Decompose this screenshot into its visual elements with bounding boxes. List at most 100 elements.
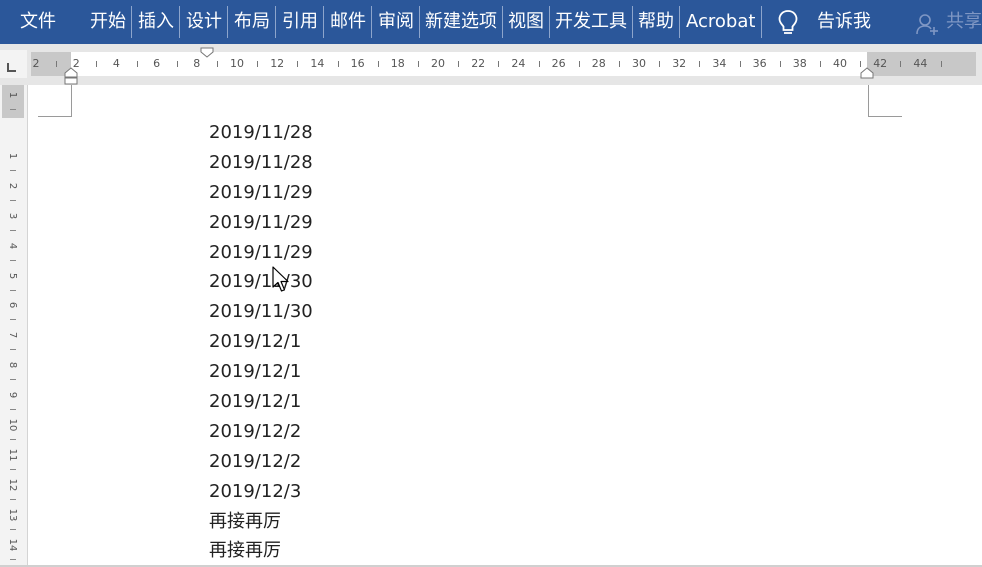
vertical-ruler-tick xyxy=(10,319,16,321)
tab-review[interactable]: 审阅 xyxy=(378,0,414,44)
tab-developer[interactable]: 开发工具 xyxy=(555,0,627,44)
tell-me-search[interactable]: 告诉我 xyxy=(817,0,871,44)
vertical-ruler-number: 4 xyxy=(7,242,18,249)
tab-design[interactable]: 设计 xyxy=(186,0,222,44)
share-button[interactable]: 共享 xyxy=(946,0,982,44)
ruler-tick xyxy=(659,61,661,67)
document-line[interactable]: 2019/11/29 xyxy=(209,178,313,208)
tab-references[interactable]: 引用 xyxy=(282,0,318,44)
ruler-tick xyxy=(739,61,741,67)
tab-mailings[interactable]: 邮件 xyxy=(330,0,366,44)
tab-separator xyxy=(549,6,550,38)
vertical-ruler-number: 1 xyxy=(7,91,18,99)
vertical-ruler-number: 12 xyxy=(7,478,18,492)
ruler-tick xyxy=(458,61,460,67)
tab-file[interactable]: 文件 xyxy=(20,0,56,44)
vertical-ruler-tick xyxy=(10,199,16,201)
tab-separator xyxy=(227,6,228,38)
tab-separator xyxy=(679,6,680,38)
ruler-number: 6 xyxy=(153,57,161,70)
ruler-number: 16 xyxy=(350,57,365,70)
ruler-number: 18 xyxy=(390,57,405,70)
vertical-ruler-number: 7 xyxy=(7,332,18,339)
ruler-tick xyxy=(216,61,218,67)
vertical-ruler-number: 8 xyxy=(7,362,18,369)
ruler-number: 32 xyxy=(672,57,687,70)
ruler-number: 14 xyxy=(310,57,325,70)
vertical-ruler-number: 5 xyxy=(7,272,18,279)
tab-separator xyxy=(419,6,420,38)
vertical-ruler-number: 3 xyxy=(7,212,18,219)
ruler-number: 10 xyxy=(230,57,244,70)
vertical-ruler[interactable]: 1 1 2 3 4 5 6 7 8 9 10 11 12 13 14 xyxy=(0,85,28,567)
vertical-ruler-tick xyxy=(10,169,16,171)
document-line[interactable]: 2019/11/30 xyxy=(209,297,313,327)
tab-stop-selector[interactable] xyxy=(0,50,27,78)
left-tab-stop-icon xyxy=(7,63,16,72)
document-line[interactable]: 2019/12/2 xyxy=(209,447,313,477)
tab-help[interactable]: 帮助 xyxy=(638,0,674,44)
tab-acrobat[interactable]: Acrobat xyxy=(686,0,755,44)
ruler-number: 38 xyxy=(792,57,807,70)
ruler-number: 30 xyxy=(632,57,646,70)
ruler-tick xyxy=(257,61,259,67)
ruler-tick xyxy=(819,61,821,67)
document-line[interactable]: 再接再厉 xyxy=(209,507,313,537)
horizontal-ruler[interactable]: 2 2 4 6 8 10 12 14 16 18 20 22 24 26 28 30 32 34 36 38 40 42 4… xyxy=(31,52,976,76)
first-line-indent-marker[interactable] xyxy=(200,47,214,59)
vertical-ruler-number: 9 xyxy=(7,391,18,399)
tab-separator xyxy=(371,6,372,38)
document-line[interactable]: 2019/11/29 xyxy=(209,238,313,268)
ruler-number: 22 xyxy=(471,57,486,70)
document-line[interactable]: 2019/11/28 xyxy=(209,148,313,178)
vertical-ruler-tick xyxy=(10,468,16,470)
vertical-ruler-tick xyxy=(10,439,16,440)
tab-home[interactable]: 开始 xyxy=(90,0,126,44)
document-body[interactable]: 2019/11/28 2019/11/28 2019/11/29 2019/11… xyxy=(209,118,313,566)
document-page[interactable]: 2019/11/28 2019/11/28 2019/11/29 2019/11… xyxy=(34,85,982,567)
vertical-ruler-number: 14 xyxy=(7,538,18,551)
document-line[interactable]: 2019/11/29 xyxy=(209,208,313,238)
ruler-tick xyxy=(498,61,500,67)
margin-corner-right xyxy=(868,85,902,117)
ruler-tick xyxy=(578,61,580,67)
tab-view[interactable]: 视图 xyxy=(508,0,544,44)
ruler-number: 2 xyxy=(32,57,40,70)
document-line[interactable]: 2019/12/3 xyxy=(209,477,313,507)
vertical-ruler-number: 2 xyxy=(7,182,18,189)
document-line[interactable]: 2019/12/2 xyxy=(209,417,313,447)
vertical-ruler-tick xyxy=(10,259,16,261)
tab-insert[interactable]: 插入 xyxy=(138,0,174,44)
person-add-icon[interactable] xyxy=(915,12,939,36)
tab-separator xyxy=(275,6,276,38)
document-line[interactable]: 2019/11/28 xyxy=(209,118,313,148)
ruler-tick xyxy=(940,61,942,67)
lightbulb-icon[interactable] xyxy=(777,9,799,37)
ruler-number: 4 xyxy=(112,57,120,70)
vertical-ruler-number: 11 xyxy=(7,448,18,462)
ruler-number: 28 xyxy=(591,57,606,70)
ruler-number: 12 xyxy=(270,57,285,70)
tab-separator xyxy=(323,6,324,38)
ruler-number: 44 xyxy=(913,57,928,70)
document-line[interactable]: 2019/12/1 xyxy=(209,387,313,417)
tab-separator xyxy=(131,6,132,38)
document-line[interactable]: 再接再厉 xyxy=(209,536,313,566)
vertical-ruler-tick xyxy=(10,109,16,110)
ruler-tick xyxy=(176,61,178,67)
right-indent-marker[interactable] xyxy=(860,67,874,79)
left-indent-marker[interactable] xyxy=(64,67,78,85)
vertical-ruler-tick xyxy=(10,289,16,291)
ruler-tick xyxy=(779,61,781,67)
vertical-ruler-number: 6 xyxy=(7,302,18,309)
vertical-ruler-tick xyxy=(10,349,16,351)
ribbon-tab-bar: 文件 开始 插入 设计 布局 引用 邮件 审阅 新建选项 视图 开发工具 帮助 … xyxy=(0,0,982,44)
document-line[interactable]: 2019/12/1 xyxy=(209,357,313,387)
margin-corner-left xyxy=(38,85,72,117)
tab-new-options[interactable]: 新建选项 xyxy=(425,0,497,44)
document-line[interactable]: 2019/11/30 xyxy=(209,267,313,297)
ruler-tick xyxy=(136,61,138,67)
document-line[interactable]: 2019/12/1 xyxy=(209,327,313,357)
tab-layout[interactable]: 布局 xyxy=(234,0,270,44)
ruler-tick xyxy=(377,61,379,67)
